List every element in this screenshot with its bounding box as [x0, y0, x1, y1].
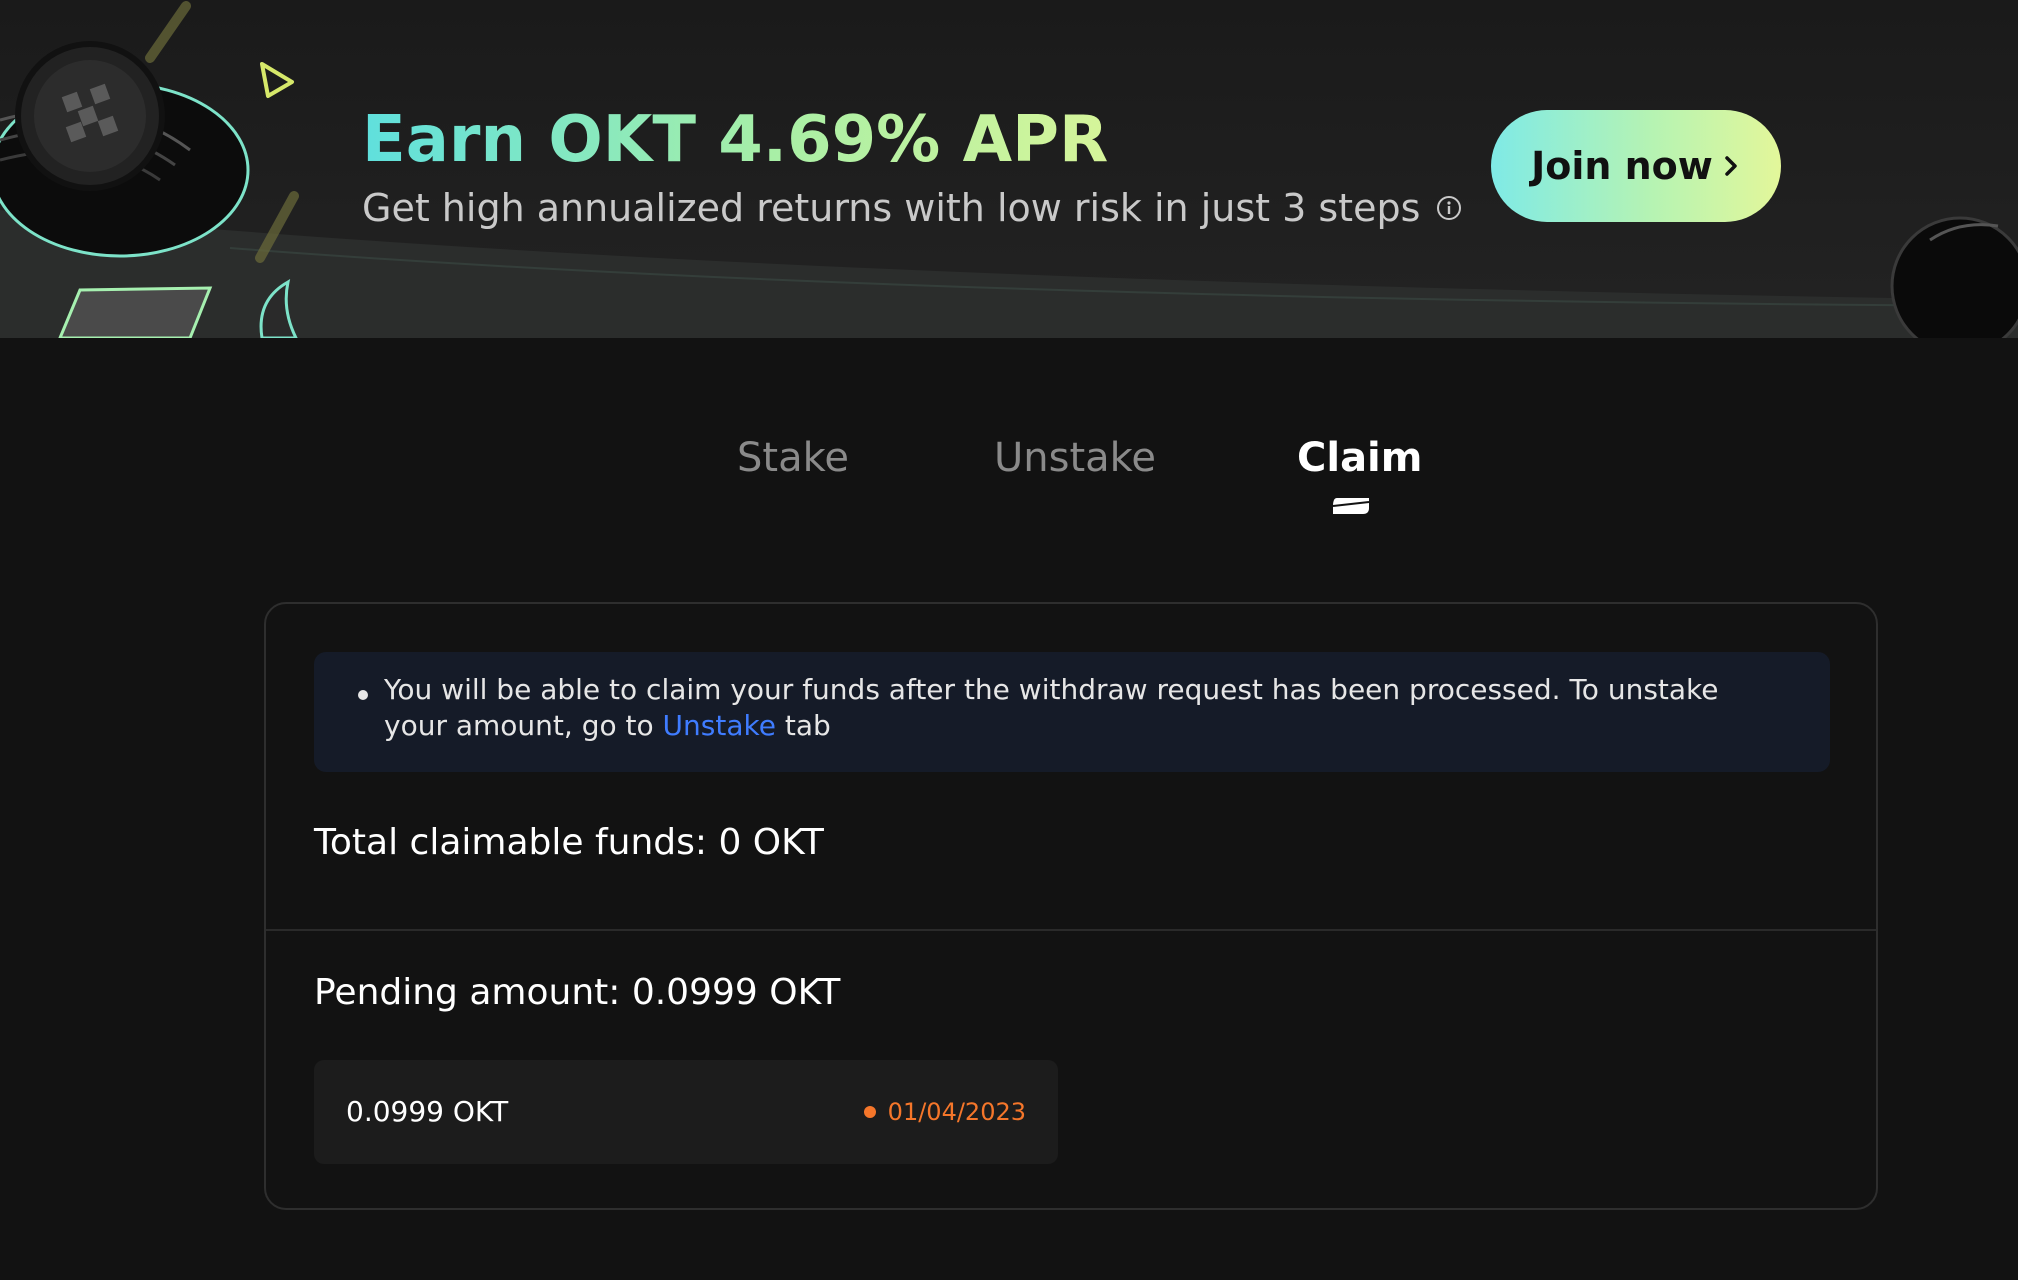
total-claimable-funds: Total claimable funds: 0 OKT	[314, 822, 824, 863]
tab-stake[interactable]: Stake	[737, 432, 849, 484]
divider	[266, 929, 1876, 931]
banner-title: Earn OKT 4.69% APR	[362, 100, 1108, 180]
claim-card: You will be able to claim your funds aft…	[264, 602, 1878, 1210]
chevron-right-icon	[1721, 151, 1741, 181]
pending-amount-label: Pending amount: 0.0999 OKT	[314, 972, 841, 1013]
info-icon[interactable]	[1436, 195, 1462, 221]
tab-unstake[interactable]: Unstake	[994, 432, 1156, 484]
claim-notice: You will be able to claim your funds aft…	[314, 652, 1830, 772]
tab-bar: Stake Unstake Claim	[0, 420, 2018, 520]
notice-text-after: tab	[775, 709, 831, 742]
pending-item-status: 01/04/2023	[863, 1092, 1026, 1132]
banner-subtitle-text: Get high annualized returns with low ris…	[362, 186, 1421, 230]
banner-subtitle: Get high annualized returns with low ris…	[362, 184, 1462, 232]
join-now-button[interactable]: Join now	[1491, 110, 1781, 222]
pending-item-amount: 0.0999 OKT	[346, 1095, 509, 1128]
status-dot-icon	[863, 1106, 876, 1118]
notice-bullet	[358, 690, 368, 700]
pending-item: 0.0999 OKT 01/04/2023	[314, 1060, 1058, 1164]
unstake-link[interactable]: Unstake	[663, 709, 776, 742]
pending-item-date: 01/04/2023	[887, 1098, 1026, 1126]
join-now-label: Join now	[1531, 144, 1713, 188]
notice-text-before: You will be able to claim your funds aft…	[384, 673, 1719, 742]
promo-banner: Earn OKT 4.69% APR Get high annualized r…	[0, 0, 2018, 338]
tab-claim[interactable]: Claim	[1297, 432, 1422, 484]
active-tab-indicator	[1332, 498, 1370, 514]
